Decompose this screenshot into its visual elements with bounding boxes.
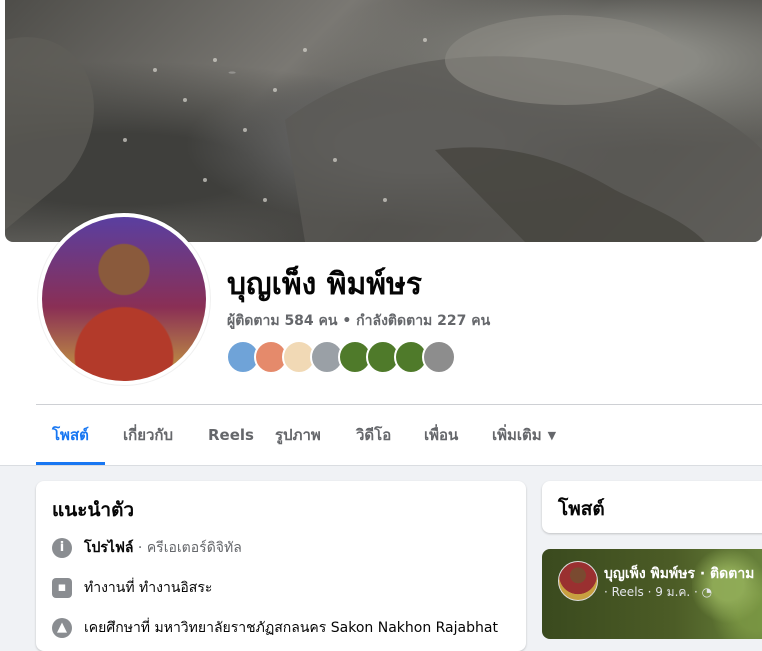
tab-label: เกี่ยวกับ: [123, 426, 174, 444]
profile-type-label: โปรไฟล์: [84, 540, 134, 556]
tab-label: วิดีโอ: [356, 426, 392, 444]
profile-category: · ครีเอเตอร์ดิจิทัล: [133, 540, 242, 556]
post-author-name[interactable]: บุญเพ็ง พิมพ์ษร · ติดตาม: [604, 563, 754, 585]
post-author-avatar[interactable]: [558, 561, 598, 601]
education-text: เคยศึกษาที่ มหาวิทยาลัยราชภัฏสกลนคร Sako…: [84, 620, 498, 636]
caret-down-icon: ▼: [547, 429, 557, 442]
intro-card: แนะนำตัว i โปรไฟล์ · ครีเอเตอร์ดิจิทัล ▪ ท…: [36, 481, 526, 651]
intro-row-education: ▲ เคยศึกษาที่ มหาวิทยาลัยราชภัฏสกลนคร Sak…: [52, 617, 498, 639]
tabs-bottom-border: [0, 465, 762, 466]
posts-section-header: โพสต์: [542, 481, 762, 533]
posts-title: โพสต์: [558, 498, 605, 520]
post-preview[interactable]: บุญเพ็ง พิมพ์ษร · ติดตาม · Reels · 9 ม.ค…: [542, 549, 762, 639]
cover-photo[interactable]: [5, 0, 762, 242]
intro-row-profile: i โปรไฟล์ · ครีเอเตอร์ดิจิทัล: [52, 537, 242, 559]
tab-label: รูปภาพ: [275, 426, 321, 444]
profile-avatar[interactable]: [38, 213, 210, 385]
tab-about[interactable]: เกี่ยวกับ: [107, 405, 189, 465]
tab-photos[interactable]: รูปภาพ: [259, 405, 337, 465]
tab-label: เพิ่มเติม: [492, 426, 542, 444]
tab-friends[interactable]: เพื่อน: [408, 405, 474, 465]
friend-avatar[interactable]: [422, 340, 456, 374]
work-text: ทำงานที่ ทำงานอิสระ: [84, 580, 213, 596]
profile-name: บุญเพ็ง พิมพ์ษร: [227, 267, 422, 302]
tab-more[interactable]: เพิ่มเติม ▼: [476, 405, 572, 465]
tab-label: โพสต์: [52, 426, 89, 444]
page-edge: [0, 0, 5, 242]
post-meta: · Reels · 9 ม.ค. · ◔: [604, 585, 713, 599]
tab-label: Reels: [208, 426, 254, 444]
briefcase-icon: ▪: [52, 578, 72, 598]
avatar-image: [42, 217, 206, 381]
intro-row-work: ▪ ทำงานที่ ทำงานอิสระ: [52, 577, 212, 599]
followers-count[interactable]: ผู้ติดตาม 584 คน • กำลังติดตาม 227 คน: [227, 310, 490, 332]
tab-posts[interactable]: โพสต์: [36, 405, 105, 465]
graduation-cap-icon: ▲: [52, 618, 72, 638]
info-icon: i: [52, 538, 72, 558]
tab-label: เพื่อน: [424, 426, 459, 444]
intro-title: แนะนำตัว: [52, 499, 135, 521]
tab-videos[interactable]: วิดีโอ: [340, 405, 407, 465]
